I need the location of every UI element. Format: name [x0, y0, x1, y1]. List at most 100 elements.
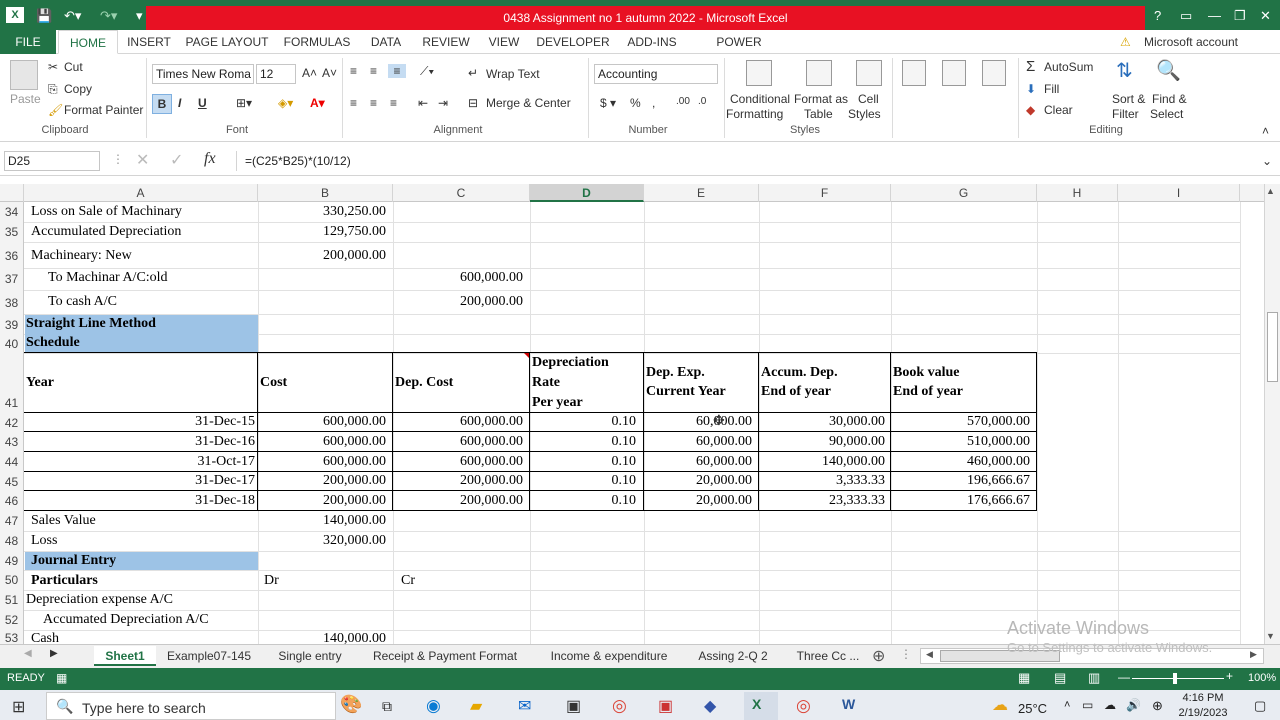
number-format-box[interactable]: Accounting: [594, 64, 718, 84]
column-header-e[interactable]: E: [644, 184, 759, 202]
cell-c37[interactable]: 600,000.00: [395, 270, 523, 286]
sort-filter-label[interactable]: Sort &: [1112, 92, 1145, 106]
page-layout-view-icon[interactable]: ▤: [1054, 670, 1066, 686]
shrink-font-icon[interactable]: A˅: [322, 66, 337, 80]
cut-icon[interactable]: ✂: [48, 60, 58, 74]
cell-b53[interactable]: 140,000.00: [260, 631, 386, 644]
italic-icon[interactable]: I: [178, 96, 181, 110]
word-taskbar-icon[interactable]: W: [842, 696, 855, 712]
app-blue-icon[interactable]: ◆: [704, 696, 716, 716]
clear-button[interactable]: Clear: [1044, 103, 1073, 117]
header-year[interactable]: Year: [26, 375, 54, 391]
tab-formulas[interactable]: FORMULAS: [280, 30, 354, 54]
minimize-icon[interactable]: —: [1208, 8, 1221, 23]
sheet-tab-example07-145[interactable]: Example07-145: [160, 646, 258, 666]
sheet-nav-next-icon[interactable]: ▶: [50, 648, 58, 659]
row-header-49[interactable]: 49: [0, 551, 24, 570]
cell-c38[interactable]: 200,000.00: [395, 294, 523, 310]
conditional-formatting-label[interactable]: Conditional: [730, 92, 790, 106]
row-header-46[interactable]: 46: [0, 491, 24, 511]
cell-a52[interactable]: Accumated Depreciation A/C: [43, 612, 209, 628]
schedule-bv-cell[interactable]: 176,666.67: [893, 493, 1030, 509]
copilot-icon[interactable]: 🎨: [340, 694, 362, 715]
paste-icon[interactable]: [10, 60, 38, 90]
app-red-icon[interactable]: ▣: [658, 696, 673, 716]
font-name-box[interactable]: Times New Roma: [152, 64, 254, 84]
delete-cells-icon[interactable]: [942, 60, 966, 86]
percent-icon[interactable]: %: [630, 96, 641, 110]
sort-filter-label2[interactable]: Filter: [1112, 107, 1139, 121]
row-header-47[interactable]: 47: [0, 511, 24, 531]
schedule-rate-cell[interactable]: 0.10: [532, 454, 637, 470]
header-rate-line2[interactable]: Rate: [532, 375, 560, 391]
paste-button[interactable]: Paste: [10, 92, 41, 106]
column-header-a[interactable]: A: [24, 184, 258, 202]
vertical-scroll-thumb[interactable]: [1267, 312, 1278, 382]
align-left-icon[interactable]: ≡: [350, 96, 357, 110]
tab-review[interactable]: REVIEW: [418, 30, 474, 54]
volume-icon[interactable]: 🔊: [1126, 698, 1141, 712]
name-box[interactable]: D25: [4, 151, 100, 171]
cell-a39[interactable]: Straight Line Method: [26, 316, 156, 332]
row-header-37[interactable]: 37: [0, 268, 24, 290]
excel-taskbar-icon[interactable]: X: [752, 696, 761, 712]
align-center-icon[interactable]: ≡: [370, 96, 377, 110]
schedule-dep-cell[interactable]: 600,000.00: [395, 454, 523, 470]
font-size-box[interactable]: 12: [256, 64, 296, 84]
header-rate-line1[interactable]: Depreciation: [532, 355, 609, 371]
ribbon-display-icon[interactable]: ▭: [1180, 8, 1192, 24]
sheet-nav-prev-icon[interactable]: ◀: [24, 648, 32, 659]
row-header-39[interactable]: 39: [0, 314, 24, 334]
find-select-icon[interactable]: 🔍: [1156, 58, 1181, 83]
zoom-in-icon[interactable]: +: [1226, 669, 1233, 683]
comma-icon[interactable]: ,: [652, 96, 655, 110]
column-header-d[interactable]: D: [530, 184, 644, 202]
cell-b35[interactable]: 129,750.00: [260, 224, 386, 240]
tab-file[interactable]: FILE: [0, 30, 56, 54]
zoom-level[interactable]: 100%: [1248, 672, 1276, 684]
row-header-38[interactable]: 38: [0, 290, 24, 314]
normal-view-icon[interactable]: ▦: [1018, 670, 1030, 686]
cell-styles-icon[interactable]: [856, 60, 882, 86]
tab-split-icon[interactable]: ⋮: [900, 647, 912, 661]
page-break-view-icon[interactable]: ▥: [1088, 670, 1100, 686]
cell-a40[interactable]: Schedule: [26, 335, 80, 351]
schedule-year-cell[interactable]: 31-Oct-17: [26, 454, 255, 470]
align-top-icon[interactable]: ≡: [350, 64, 357, 78]
scroll-right-icon[interactable]: ▶: [1250, 649, 1257, 660]
autosum-button[interactable]: AutoSum: [1044, 60, 1093, 74]
schedule-cost-cell[interactable]: 200,000.00: [260, 493, 386, 509]
customize-qat-icon[interactable]: ▾: [136, 8, 143, 24]
column-header-g[interactable]: G: [891, 184, 1037, 202]
restore-icon[interactable]: ❐: [1234, 8, 1246, 24]
schedule-bv-cell[interactable]: 570,000.00: [893, 414, 1030, 430]
tray-chevron-icon[interactable]: ˄: [1064, 699, 1070, 711]
align-right-icon[interactable]: ≡: [390, 96, 397, 110]
store-icon[interactable]: ▣: [566, 696, 581, 716]
chrome-profile-icon[interactable]: ◎: [796, 696, 811, 716]
file-explorer-icon[interactable]: ▰: [470, 696, 482, 716]
copy-button[interactable]: Copy: [64, 82, 92, 96]
expand-formula-icon[interactable]: ⌄: [1262, 154, 1272, 168]
cell-a37[interactable]: To Machinar A/C:old: [48, 270, 168, 286]
schedule-exp-cell[interactable]: 20,000.00: [646, 473, 752, 489]
schedule-bv-cell[interactable]: 460,000.00: [893, 454, 1030, 470]
zoom-slider-thumb[interactable]: [1173, 673, 1177, 684]
weather-temp[interactable]: 25°C: [1018, 701, 1047, 716]
currency-icon[interactable]: $ ▾: [600, 96, 616, 110]
cell-a47[interactable]: Sales Value: [31, 513, 96, 529]
schedule-year-cell[interactable]: 31-Dec-15: [26, 414, 255, 430]
cell-a53[interactable]: Cash: [31, 631, 59, 644]
cell-b36[interactable]: 200,000.00: [260, 248, 386, 264]
header-cost[interactable]: Cost: [260, 375, 287, 391]
schedule-rate-cell[interactable]: 0.10: [532, 414, 637, 430]
row-header-35[interactable]: 35: [0, 222, 24, 242]
schedule-dep-cell[interactable]: 600,000.00: [395, 414, 523, 430]
header-accum-line1[interactable]: Accum. Dep.: [761, 365, 838, 381]
conditional-formatting-icon[interactable]: [746, 60, 772, 86]
cell-b50[interactable]: Dr: [264, 573, 279, 589]
new-sheet-icon[interactable]: ⊕: [872, 646, 885, 666]
cell-b34[interactable]: 330,250.00: [260, 204, 386, 220]
column-header-b[interactable]: B: [258, 184, 393, 202]
grow-font-icon[interactable]: A˄: [302, 66, 317, 80]
